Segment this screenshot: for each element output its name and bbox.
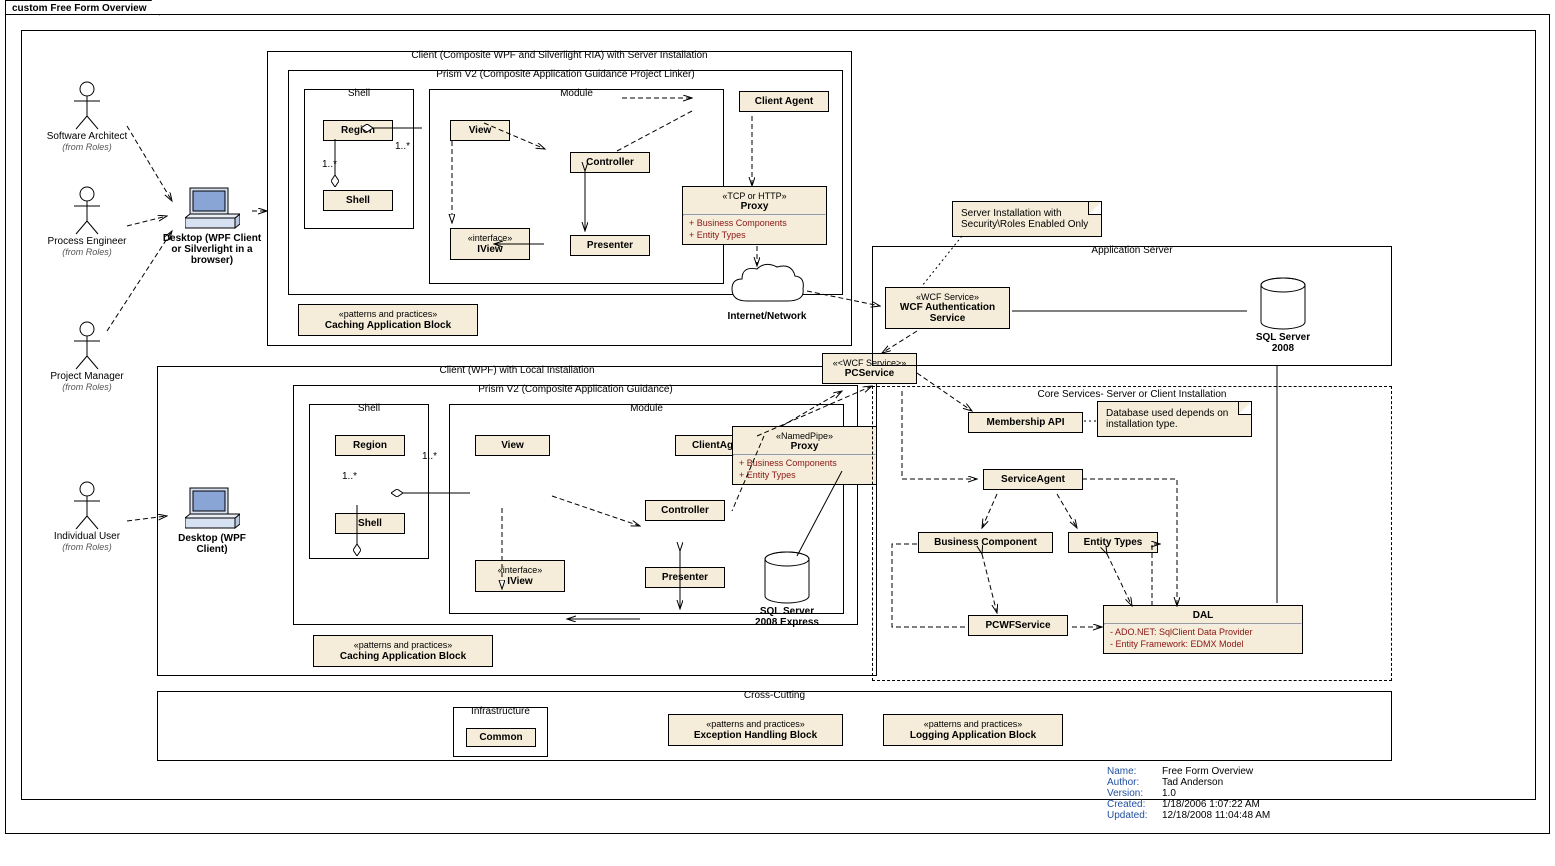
common-block: Common <box>466 728 536 747</box>
actor-label: Individual User <box>37 531 137 542</box>
business-component-block: Business Component <box>918 532 1053 553</box>
caching-block-2: «patterns and practices»Caching Applicat… <box>313 635 493 667</box>
client-agent-block: Client Agent <box>739 91 829 112</box>
note-server-install: Server Installation with Security\Roles … <box>952 201 1102 237</box>
module-container: Module View Controller «interface»IView … <box>429 89 724 284</box>
region-block: Region <box>323 120 393 141</box>
serviceagent-block: ServiceAgent <box>983 469 1083 490</box>
shell-block: Shell <box>335 513 405 534</box>
actor-from: (from Roles) <box>37 247 137 257</box>
desktop-wpf-or-silverlight: Desktop (WPF Client or Silverlight in a … <box>162 186 262 266</box>
actor-process-engineer: Process Engineer (from Roles) <box>37 186 137 257</box>
module-container-title: Module <box>560 88 593 99</box>
diagram-metadata: Name:Free Form Overview Author:Tad Ander… <box>1107 766 1270 821</box>
note-database: Database used depends on installation ty… <box>1097 401 1252 437</box>
sql-express-label: SQL Server 2008 Express <box>752 606 822 628</box>
prism-linker-title: Prism V2 (Composite Application Guidance… <box>436 69 694 80</box>
client-local-title: Client (WPF) with Local Installation <box>439 365 594 376</box>
application-server-box: Application Server «WCF Service»WCF Auth… <box>872 246 1392 366</box>
multiplicity-label: 1..* <box>422 451 437 462</box>
desktop-label: Desktop (WPF Client or Silverlight in a … <box>162 233 262 266</box>
cloud-label: Internet/Network <box>712 311 822 322</box>
controller-block: Controller <box>570 152 650 173</box>
controller-block: Controller <box>645 500 725 521</box>
presenter-block: Presenter <box>570 235 650 256</box>
internet-cloud: Internet/Network <box>712 261 822 322</box>
actor-label: Project Manager <box>37 371 137 382</box>
entity-types-block: Entity Types <box>1068 532 1158 553</box>
shell-container-title: Shell <box>358 403 380 414</box>
caching-block: «patterns and practices»Caching Applicat… <box>298 304 478 336</box>
actor-individual-user: Individual User (from Roles) <box>37 481 137 552</box>
actor-from: (from Roles) <box>37 542 137 552</box>
shell-block: Shell <box>323 190 393 211</box>
actor-label: Process Engineer <box>37 236 137 247</box>
outer-frame: Software Architect (from Roles) Process … <box>5 14 1550 834</box>
multiplicity-label: 1..* <box>342 471 357 482</box>
cross-cutting-box: Cross-Cutting Infrastructure Common «pat… <box>157 691 1392 761</box>
pcwf-block: PCWFService <box>968 615 1068 636</box>
actor-from: (from Roles) <box>37 382 137 392</box>
actor-software-architect: Software Architect (from Roles) <box>37 81 137 152</box>
view-block: View <box>475 435 550 456</box>
shell-container-2: Shell Region Shell <box>309 404 429 559</box>
client-local-box: Client (WPF) with Local Installation Pri… <box>157 366 877 676</box>
prism-guidance-title: Prism V2 (Composite Application Guidance… <box>478 384 673 395</box>
shell-container: Shell Region Shell <box>304 89 414 229</box>
proxy-tcp-block: «TCP or HTTP»Proxy + Business Components… <box>682 186 827 245</box>
cross-cutting-title: Cross-Cutting <box>744 690 805 701</box>
infrastructure-box: Infrastructure Common <box>453 707 548 757</box>
infrastructure-title: Infrastructure <box>471 706 530 717</box>
sql-2008-cylinder: SQL Server 2008 <box>1248 277 1318 354</box>
multiplicity-label: 1..* <box>322 159 337 170</box>
logging-block: «patterns and practices»Logging Applicat… <box>883 714 1063 746</box>
membership-block: Membership API <box>968 412 1083 433</box>
region-block: Region <box>335 435 405 456</box>
actor-project-manager: Project Manager (from Roles) <box>37 321 137 392</box>
sql-express-cylinder: SQL Server 2008 Express <box>752 551 822 628</box>
module-container-title: Module <box>630 403 663 414</box>
shell-container-title: Shell <box>348 88 370 99</box>
wcf-auth-block: «WCF Service»WCF Authentication Service <box>885 287 1010 329</box>
actor-from: (from Roles) <box>37 142 137 152</box>
view-block: View <box>450 120 510 141</box>
iview-block: «interface»IView <box>475 560 565 592</box>
iview-block: «interface»IView <box>450 228 530 260</box>
dal-block: DAL - ADO.NET: SqlClient Data Provider- … <box>1103 605 1303 654</box>
proxy-namedpipe-block: «NamedPipe»Proxy + Business Components+ … <box>732 426 877 485</box>
sql-2008-label: SQL Server 2008 <box>1248 332 1318 354</box>
multiplicity-label: 1..* <box>395 141 410 152</box>
exception-block: «patterns and practices»Exception Handli… <box>668 714 843 746</box>
main-frame: Software Architect (from Roles) Process … <box>21 30 1536 800</box>
application-server-title: Application Server <box>1091 245 1172 256</box>
presenter-block: Presenter <box>645 567 725 588</box>
actor-label: Software Architect <box>37 131 137 142</box>
client-ria-title: Client (Composite WPF and Silverlight RI… <box>411 50 707 61</box>
core-services-title: Core Services- Server or Client Installa… <box>1038 389 1227 400</box>
